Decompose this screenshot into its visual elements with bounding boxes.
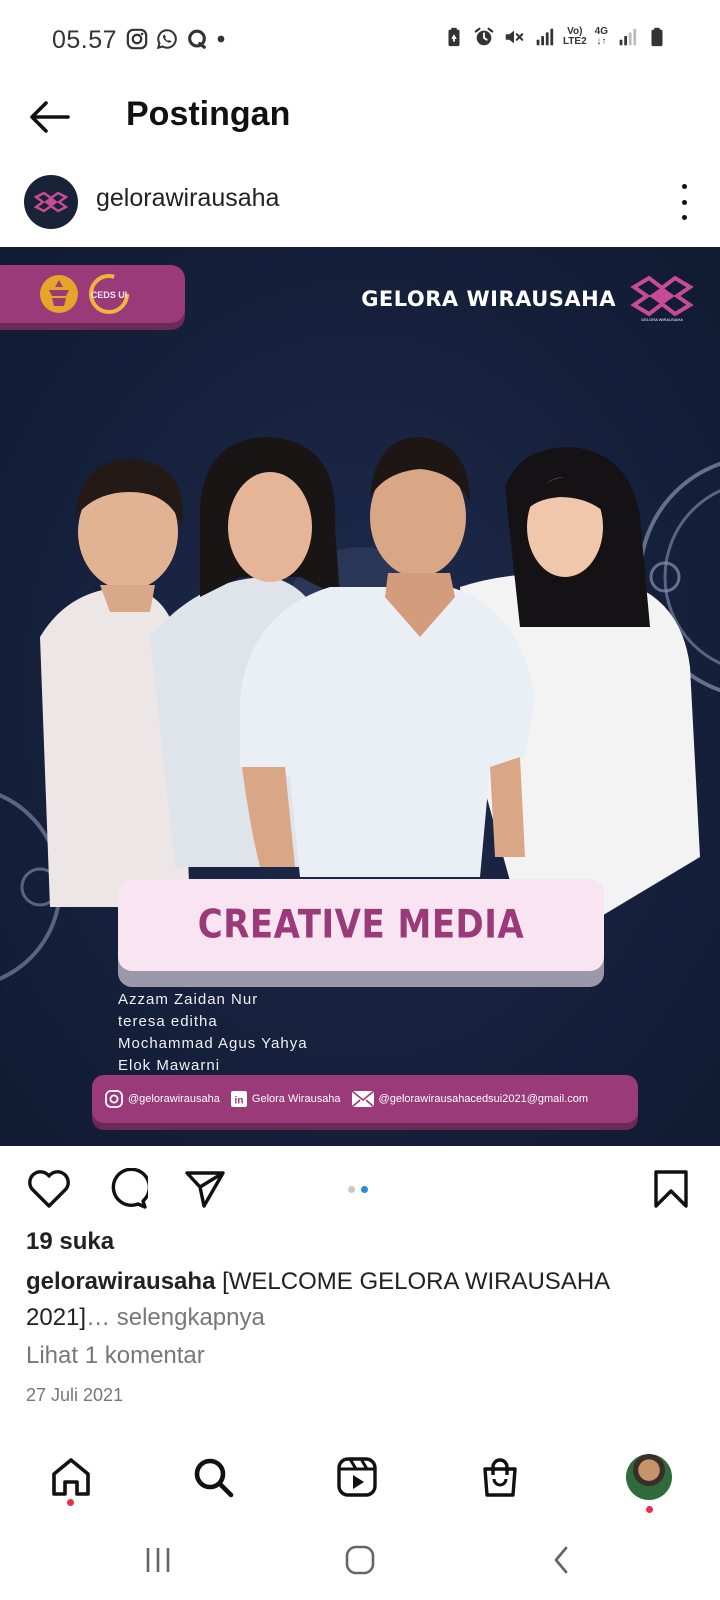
notification-dot [67, 1499, 74, 1506]
whatsapp-icon [156, 29, 177, 50]
save-button[interactable] [646, 1164, 696, 1214]
comment-button[interactable] [102, 1164, 152, 1214]
top-app-bar: Postingan [0, 80, 720, 170]
reels-icon [337, 1457, 377, 1497]
network-label: Vo) LTE2 [562, 26, 587, 47]
post-date: 27 Juli 2021 [26, 1385, 124, 1405]
svg-text:CEDS UI: CEDS UI [91, 290, 128, 300]
dot [681, 199, 687, 205]
chat-bubble-icon [188, 29, 206, 49]
contact-linkedin: in Gelora Wirausaha [230, 1090, 341, 1108]
nav-profile[interactable] [624, 1452, 674, 1502]
home-system-button[interactable] [338, 1540, 382, 1580]
status-time: 05.57 [52, 26, 118, 54]
brand-logo: GELORA WIRAUSAHA [630, 275, 694, 322]
like-count[interactable]: 19 suka [26, 1228, 114, 1256]
status-bar: 05.57 Vo) LTE2 4G ↓↑ [0, 0, 720, 80]
notification-dot [646, 1506, 653, 1513]
share-button[interactable] [180, 1164, 230, 1214]
bottom-navigation [0, 1430, 720, 1520]
shop-icon [483, 1458, 517, 1497]
carousel-dot [348, 1186, 355, 1193]
member-name: Mochammad Agus Yahya [118, 1035, 308, 1052]
contact-email: @gelorawirausahacedsui2021@gmail.com [351, 1090, 588, 1108]
bookmark-icon [654, 1170, 688, 1208]
role-title: CREATIVE MEDIA [197, 902, 525, 948]
mail-icon [351, 1090, 375, 1108]
status-notification-icons [126, 28, 226, 50]
back-button[interactable] [24, 92, 74, 142]
nav-home[interactable] [46, 1452, 96, 1502]
member-name: Azzam Zaidan Nur [118, 991, 259, 1008]
gelora-logo-icon [34, 191, 68, 213]
member-names: Azzam Zaidan Nur teresa editha Mochammad… [118, 989, 308, 1077]
svg-text:in: in [234, 1096, 243, 1107]
page-title: Postingan [126, 95, 291, 133]
home-icon [52, 1458, 90, 1496]
like-button[interactable] [24, 1164, 74, 1214]
contact-bar: @gelorawirausaha in Gelora Wirausaha @ge… [92, 1075, 638, 1123]
caption-username[interactable]: gelorawirausaha [26, 1268, 215, 1295]
brand-logo-caption: GELORA WIRAUSAHA [641, 317, 683, 322]
alarm-icon [474, 27, 494, 46]
dot [681, 184, 687, 189]
carousel-indicator [348, 1186, 368, 1193]
carousel-dot-active [361, 1186, 368, 1193]
battery-icon [651, 27, 663, 47]
home-circle-icon [345, 1545, 375, 1575]
member-name: teresa editha [118, 1013, 218, 1030]
arrow-left-icon [30, 101, 70, 133]
nav-search[interactable] [188, 1452, 238, 1502]
instagram-icon [126, 28, 148, 50]
see-more-link[interactable]: … selengkapnya [86, 1304, 265, 1331]
dot-icon [217, 35, 225, 43]
linkedin-icon: in [230, 1091, 247, 1107]
dot [681, 215, 687, 220]
share-icon [185, 1171, 225, 1208]
role-title-card: CREATIVE MEDIA [118, 879, 604, 971]
post-caption: gelorawirausaha [WELCOME GELORA WIRAUSAH… [26, 1264, 696, 1336]
post-header: gelorawirausaha [0, 170, 720, 246]
mute-icon [505, 30, 524, 44]
status-system-icons: Vo) LTE2 4G ↓↑ [443, 26, 668, 48]
nav-shop[interactable] [475, 1452, 525, 1502]
profile-avatar [626, 1454, 672, 1500]
ceds-ui-logo: CEDS UI [89, 274, 129, 314]
data-arrows-icon: ↓↑ [596, 36, 607, 47]
comment-icon [111, 1168, 148, 1209]
brand-header: GELORA WIRAUSAHA GELORA WIRAUSAHA [361, 275, 694, 322]
back-chevron-icon [554, 1546, 568, 1574]
view-comments-link[interactable]: Lihat 1 komentar [26, 1342, 205, 1370]
battery-saver-icon [448, 27, 460, 47]
network-type: 4G ↓↑ [594, 26, 608, 47]
recent-apps-button[interactable] [136, 1540, 180, 1580]
gelora-logo-icon [630, 275, 694, 317]
instagram-icon [105, 1090, 123, 1108]
heart-icon [28, 1170, 70, 1208]
contact-instagram: @gelorawirausaha [104, 1089, 220, 1109]
ui-emblem-icon [40, 275, 78, 313]
system-navigation [0, 1522, 720, 1600]
nav-reels[interactable] [332, 1452, 382, 1502]
member-name: Elok Mawarni [118, 1057, 221, 1074]
search-icon [194, 1458, 234, 1498]
account-username[interactable]: gelorawirausaha [96, 184, 279, 213]
signal-icon [536, 28, 554, 46]
back-system-button[interactable] [540, 1540, 584, 1580]
more-options-button[interactable] [674, 184, 694, 220]
brand-name: GELORA WIRAUSAHA [361, 286, 616, 311]
post-image[interactable]: CEDS UI GELORA WIRAUSAHA GELORA WIRAUSAH… [0, 247, 720, 1146]
signal-icon [619, 28, 637, 46]
recent-apps-icon [146, 1548, 170, 1572]
account-avatar[interactable] [24, 175, 78, 229]
post-actions [0, 1146, 720, 1236]
partner-logo-banner: CEDS UI [0, 265, 185, 323]
